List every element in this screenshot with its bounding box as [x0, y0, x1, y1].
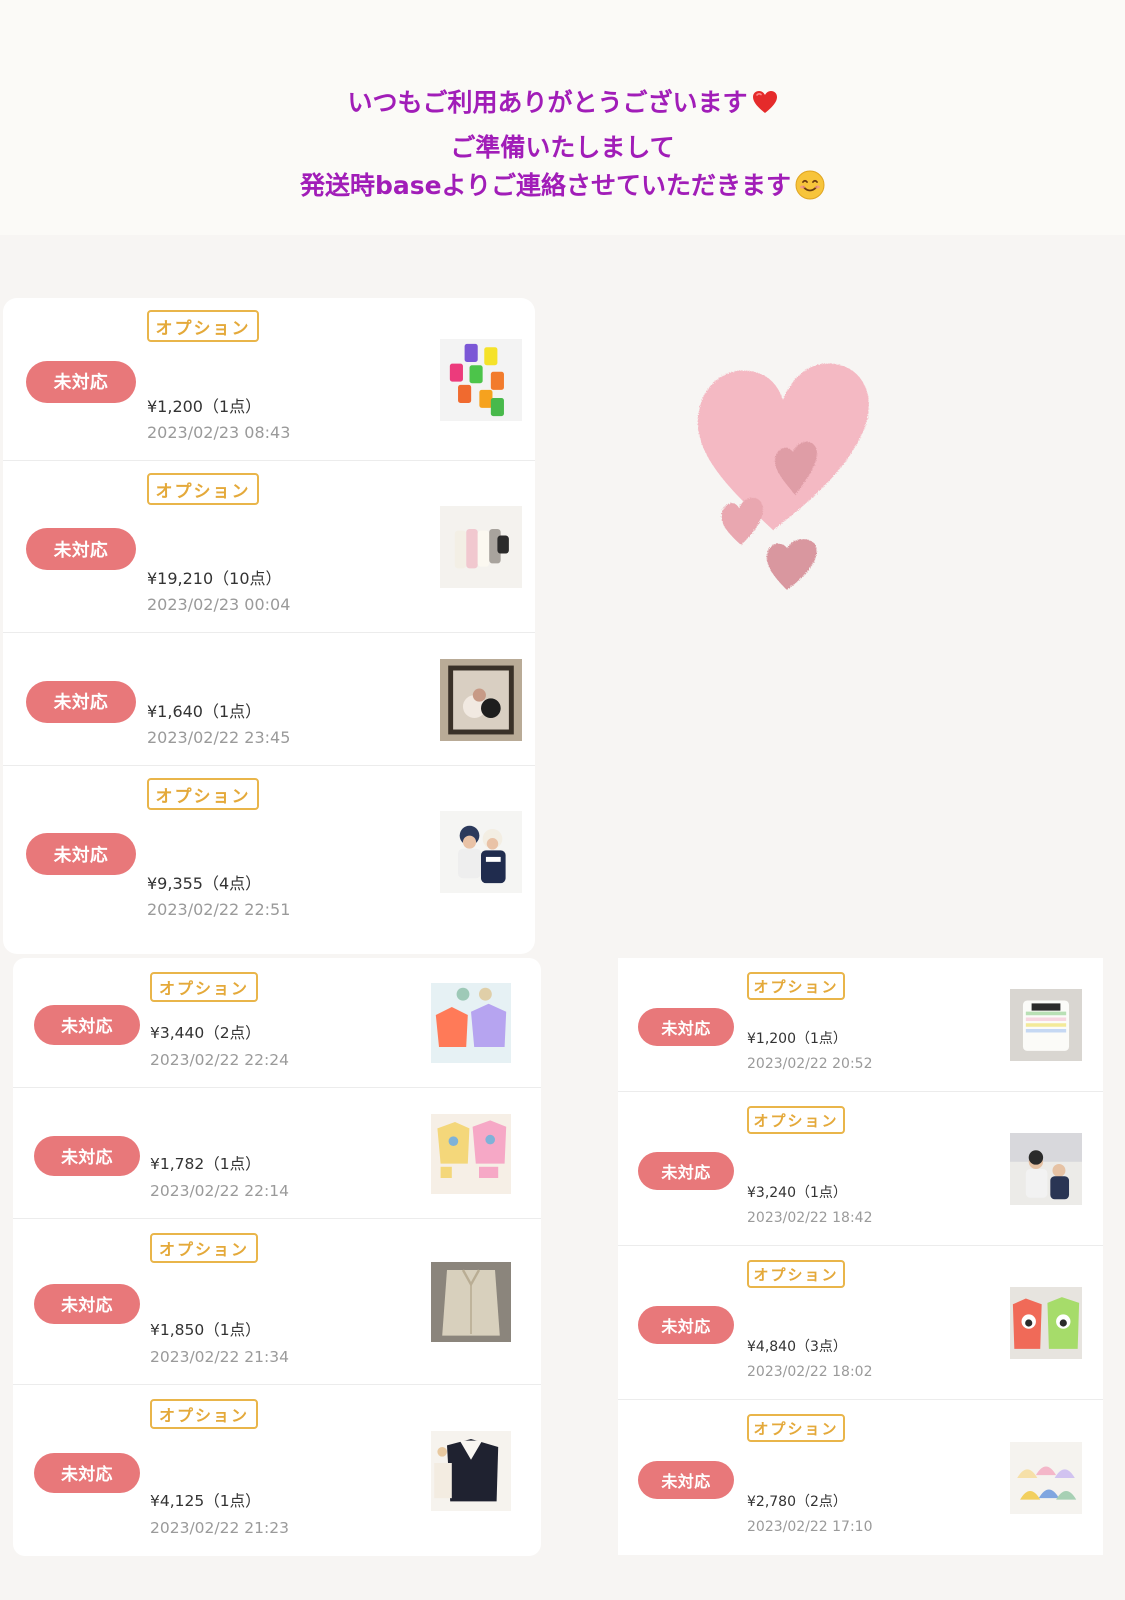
status-badge: 未対応	[26, 528, 136, 570]
order-price: ¥1,200（1点）	[147, 397, 262, 416]
option-badge: オプション	[147, 310, 259, 342]
order-list-panel-2: 未対応 オプション ¥3,440（2点） 2023/02/22 22:24 未対応 ¥1,…	[13, 958, 541, 1556]
order-row[interactable]: 未対応 オプション ¥9,355（4点） 2023/02/22 22:51	[3, 766, 535, 938]
message-line-1-text: いつもご利用ありがとうございます	[347, 88, 748, 117]
order-price: ¥3,240（1点）	[747, 1185, 847, 1201]
status-badge: 未対応	[638, 1008, 734, 1046]
product-thumbnail[interactable]	[431, 983, 511, 1063]
product-thumbnail[interactable]	[440, 506, 522, 588]
status-badge: 未対応	[26, 360, 136, 403]
order-date: 2023/02/23 00:04	[147, 595, 291, 614]
product-thumbnail[interactable]	[431, 1262, 511, 1342]
product-thumbnail[interactable]	[440, 338, 522, 421]
red-heart-emoji-icon	[752, 91, 777, 113]
status-badge: 未対応	[34, 1452, 140, 1493]
order-row[interactable]: 未対応 オプション ¥4,125（1点） 2023/02/22 21:23	[13, 1385, 541, 1556]
order-date: 2023/02/22 18:02	[747, 1364, 873, 1380]
order-row[interactable]: 未対応 オプション ¥1,200（1点） 2023/02/22 20:52	[618, 958, 1103, 1092]
product-thumbnail[interactable]	[1010, 1287, 1082, 1359]
product-thumbnail[interactable]	[431, 1430, 511, 1511]
order-date: 2023/02/22 22:14	[150, 1181, 289, 1200]
order-row[interactable]: 未対応 ¥1,782（1点） 2023/02/22 22:14	[13, 1088, 541, 1219]
product-thumbnail[interactable]	[440, 811, 522, 893]
status-badge: 未対応	[26, 680, 136, 723]
order-row[interactable]: 未対応 オプション ¥4,840（3点） 2023/02/22 18:02	[618, 1246, 1103, 1400]
order-row[interactable]: 未対応 ¥1,640（1点） 2023/02/22 23:45	[3, 633, 535, 766]
order-row[interactable]: 未対応 オプション ¥1,850（1点） 2023/02/22 21:34	[13, 1219, 541, 1385]
status-badge: 未対応	[34, 1284, 140, 1324]
status-badge: 未対応	[34, 1135, 140, 1176]
order-date: 2023/02/22 22:24	[150, 1050, 289, 1069]
pink-hearts-illustration	[697, 363, 869, 590]
product-thumbnail[interactable]	[1010, 1133, 1082, 1205]
message-line-1: いつもご利用ありがとうございます	[0, 90, 1125, 115]
option-badge: オプション	[747, 1260, 845, 1288]
status-badge: 未対応	[26, 833, 136, 875]
product-thumbnail[interactable]	[1010, 1441, 1082, 1514]
order-date: 2023/02/23 08:43	[147, 423, 291, 442]
status-badge: 未対応	[34, 1005, 140, 1045]
order-row[interactable]: 未対応 オプション ¥3,440（2点） 2023/02/22 22:24	[13, 958, 541, 1088]
product-thumbnail[interactable]	[1010, 989, 1082, 1061]
order-row[interactable]: 未対応 オプション ¥2,780（2点） 2023/02/22 17:10	[618, 1400, 1103, 1555]
order-date: 2023/02/22 20:52	[747, 1056, 873, 1072]
order-date: 2023/02/22 21:23	[150, 1518, 289, 1537]
option-badge: オプション	[150, 972, 258, 1002]
order-price: ¥3,440（2点）	[150, 1024, 261, 1042]
option-badge: オプション	[150, 1233, 258, 1263]
order-price: ¥1,640（1点）	[147, 702, 262, 721]
order-row[interactable]: 未対応 オプション ¥19,210（10点） 2023/02/23 00:04	[3, 461, 535, 633]
order-price: ¥4,840（3点）	[747, 1339, 847, 1355]
order-date: 2023/02/22 18:42	[747, 1210, 873, 1226]
order-price: ¥1,782（1点）	[150, 1155, 261, 1173]
order-date: 2023/02/22 23:45	[147, 728, 291, 747]
order-date: 2023/02/22 21:34	[150, 1347, 289, 1366]
message-line-3-text: 発送時baseよりご連絡させていただきます	[299, 171, 792, 200]
order-row[interactable]: 未対応 オプション ¥3,240（1点） 2023/02/22 18:42	[618, 1092, 1103, 1246]
order-list-panel-1: 未対応 オプション ¥1,200（1点） 2023/02/23 08:43 未対応 オプシ…	[3, 298, 535, 954]
option-badge: オプション	[747, 1106, 845, 1134]
status-badge: 未対応	[638, 1460, 734, 1499]
option-badge: オプション	[147, 778, 259, 810]
message-line-2-text: ご準備いたしまして	[450, 133, 675, 162]
status-badge: 未対応	[638, 1152, 734, 1190]
order-price: ¥9,355（4点）	[147, 874, 262, 893]
order-price: ¥4,125（1点）	[150, 1492, 261, 1510]
order-price: ¥2,780（2点）	[747, 1494, 847, 1510]
order-date: 2023/02/22 22:51	[147, 900, 291, 919]
order-list-panel-3: 未対応 オプション ¥1,200（1点） 2023/02/22 20:52 未対応 オプシ…	[618, 958, 1103, 1555]
status-badge: 未対応	[638, 1306, 734, 1344]
message-line-3: 発送時baseよりご連絡させていただきます	[0, 170, 1125, 200]
order-price: ¥19,210（10点）	[147, 569, 282, 588]
product-thumbnail[interactable]	[440, 658, 522, 741]
option-badge: オプション	[747, 1414, 845, 1442]
option-badge: オプション	[147, 473, 259, 505]
smiling-face-emoji-icon	[795, 170, 825, 200]
product-thumbnail[interactable]	[431, 1113, 511, 1194]
option-badge: オプション	[150, 1399, 258, 1429]
order-price: ¥1,200（1点）	[747, 1031, 847, 1047]
option-badge: オプション	[747, 972, 845, 1000]
message-line-2: ご準備いたしまして	[0, 135, 1125, 160]
order-date: 2023/02/22 17:10	[747, 1519, 873, 1535]
order-row[interactable]: 未対応 オプション ¥1,200（1点） 2023/02/23 08:43	[3, 298, 535, 461]
order-price: ¥1,850（1点）	[150, 1321, 261, 1339]
